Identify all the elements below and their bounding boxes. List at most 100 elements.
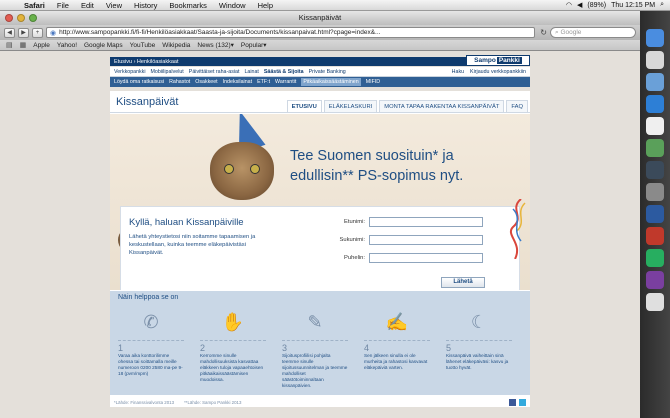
nav-saasta-sijoita[interactable]: Säästä & Sijoita	[264, 69, 304, 75]
web-page: Etusivu › Henkilöasiakkaat Sampo Pankki …	[0, 51, 640, 418]
add-bookmark-button[interactable]: +	[32, 27, 43, 38]
site-header: Kissanpäivät ETUSIVU ELÄKELASKURI MONTA …	[110, 91, 530, 113]
menu-bookmarks[interactable]: Bookmarks	[163, 1, 213, 10]
twitter-icon[interactable]	[519, 398, 526, 406]
steps-section: Näin helppoa se on ✆ 1 Varaa aika kontto…	[110, 291, 530, 395]
firstname-input[interactable]	[369, 217, 483, 227]
wifi-icon[interactable]: ◠	[566, 1, 572, 9]
nav-lainat[interactable]: Lainat	[244, 69, 258, 75]
nav-paivittaiset[interactable]: Päivittäiset raha-asiat	[189, 69, 240, 75]
nav2-etf[interactable]: ETF:t	[257, 79, 270, 85]
phone-label: Puhelin:	[344, 255, 365, 261]
finder-icon[interactable]	[646, 29, 664, 47]
back-button[interactable]: ◀	[4, 27, 15, 38]
tab-monta-tapaa[interactable]: MONTA TAPAA RAKENTAA KISSANPÄIVÄT	[379, 100, 505, 112]
nav2-warrantit[interactable]: Warrantit	[275, 79, 296, 85]
tab-faq[interactable]: FAQ	[506, 100, 528, 112]
mail-icon[interactable]	[646, 73, 664, 91]
lastname-label: Sukunimi:	[339, 237, 365, 243]
nav2-indeksilainat[interactable]: Indeksilainat	[223, 79, 252, 85]
nav-verkkopankki[interactable]: Verkkopankki	[114, 69, 146, 75]
site-title[interactable]: Kissanpäivät	[110, 96, 250, 112]
bookmark-popular[interactable]: Popular▾	[241, 41, 267, 49]
breadcrumb[interactable]: Etusivu › Henkilöasiakkaat	[114, 59, 179, 65]
campaign-site: Kissanpäivät ETUSIVU ELÄKELASKURI MONTA …	[110, 91, 530, 407]
close-window-icon[interactable]	[5, 14, 13, 22]
bookmark-news[interactable]: News (132)▾	[197, 41, 234, 49]
nav2-loyda[interactable]: Löydä oma ratkaisusi	[114, 79, 164, 85]
app-icon[interactable]	[646, 271, 664, 289]
itunes-icon[interactable]	[646, 139, 664, 157]
cat-face	[210, 142, 274, 200]
form-row-firstname: Etunimi:	[331, 217, 521, 227]
search-link[interactable]: Haku	[452, 69, 464, 75]
reading-list-icon[interactable]: ▤	[6, 41, 13, 49]
menu-edit[interactable]: Edit	[75, 1, 100, 10]
primary-nav-right: Haku Kirjaudu verkkopankkiin	[452, 69, 526, 75]
address-bar[interactable]: ◉ http://www.sampopankki.fi/fi-fi/Henkil…	[46, 27, 536, 38]
phone-input[interactable]	[369, 253, 483, 263]
forward-button[interactable]: ▶	[18, 27, 29, 38]
lastname-input[interactable]	[369, 235, 483, 245]
safari-window: Kissanpäivät ◀ ▶ + ◉ http://www.sampopan…	[0, 11, 640, 418]
form-row-lastname: Sukunimi:	[331, 235, 521, 245]
menu-file[interactable]: File	[51, 1, 75, 10]
nav2-pitkaaikais[interactable]: Pitkäaikaissäästäminen	[301, 78, 361, 86]
login-link[interactable]: Kirjaudu verkkopankkiin	[470, 69, 526, 75]
bookmark-apple[interactable]: Apple	[33, 42, 50, 49]
sleeping-cat-icon: ☾	[446, 305, 512, 341]
menu-view[interactable]: View	[100, 1, 128, 10]
minimize-window-icon[interactable]	[17, 14, 25, 22]
hero-banner: Tee Suomen suosituin* ja edullisin** PS-…	[110, 114, 530, 290]
bookmark-youtube[interactable]: YouTube	[130, 42, 156, 49]
cat-eye-right	[250, 164, 260, 174]
top-sites-icon[interactable]: ▦	[20, 41, 27, 49]
cat-eye-left	[224, 164, 234, 174]
step-text: Varaa aika konttorilimme ohessa tai soit…	[118, 353, 183, 376]
ical-icon[interactable]	[646, 117, 664, 135]
tab-etusivu[interactable]: ETUSIVU	[286, 100, 322, 112]
facebook-icon[interactable]	[509, 398, 516, 406]
menu-history[interactable]: History	[128, 1, 163, 10]
system-preferences-icon[interactable]	[646, 183, 664, 201]
signature-icon: ✍	[364, 305, 430, 341]
dashboard-icon[interactable]	[646, 51, 664, 69]
menu-help[interactable]: Help	[252, 1, 279, 10]
nav-mobiilipalvelut[interactable]: Mobiilipalvelut	[151, 69, 184, 75]
word-icon[interactable]	[646, 205, 664, 223]
reload-icon[interactable]: ↻	[540, 28, 547, 37]
nav2-osakkeet[interactable]: Osakkeet	[195, 79, 217, 85]
iphoto-icon[interactable]	[646, 161, 664, 179]
bookmark-google-maps[interactable]: Google Maps	[84, 42, 123, 49]
step-5: ☾ 5 Kissanpäivä vaiheittain sinä lähenet…	[446, 305, 512, 393]
search-field[interactable]: ⌕ Google	[550, 27, 636, 38]
bookmark-yahoo[interactable]: Yahoo!	[57, 42, 77, 49]
spotlight-icon[interactable]: ⌕	[660, 1, 664, 9]
powerpoint-icon[interactable]	[646, 227, 664, 245]
battery-label[interactable]: (89%)	[587, 2, 606, 9]
social-links	[509, 398, 526, 406]
menu-window[interactable]: Window	[213, 1, 252, 10]
streamer-ribbon-icon	[510, 199, 526, 259]
excel-icon[interactable]	[646, 249, 664, 267]
submit-button[interactable]: Lähetä	[441, 277, 485, 288]
step-number: 5	[446, 343, 452, 353]
bank-logo[interactable]: Sampo Pankki	[466, 55, 530, 66]
menu-app-name[interactable]: Safari	[18, 1, 51, 10]
volume-icon[interactable]: ◀	[577, 1, 582, 9]
form-row-phone: Puhelin:	[331, 253, 521, 263]
window-titlebar: Kissanpäivät	[0, 11, 640, 25]
zoom-window-icon[interactable]	[29, 14, 37, 22]
step-number: 1	[118, 343, 124, 353]
site-favicon-icon: ◉	[50, 29, 57, 37]
contact-form-panel: Kyllä, haluan Kissanpäiville Lähetä yhte…	[120, 199, 526, 290]
footnote-2: **Lähde: Sampo Pankki 2013	[184, 399, 242, 405]
safari-icon[interactable]	[646, 95, 664, 113]
trash-icon[interactable]	[646, 293, 664, 311]
nav2-mifid[interactable]: MIFID	[366, 79, 380, 85]
clock[interactable]: Thu 12:15 PM	[611, 2, 655, 9]
tab-elakelaskuri[interactable]: ELÄKELASKURI	[323, 100, 378, 112]
nav2-rahastot[interactable]: Rahastot	[169, 79, 190, 85]
nav-private-banking[interactable]: Private Banking	[309, 69, 346, 75]
bookmark-wikipedia[interactable]: Wikipedia	[162, 42, 190, 49]
